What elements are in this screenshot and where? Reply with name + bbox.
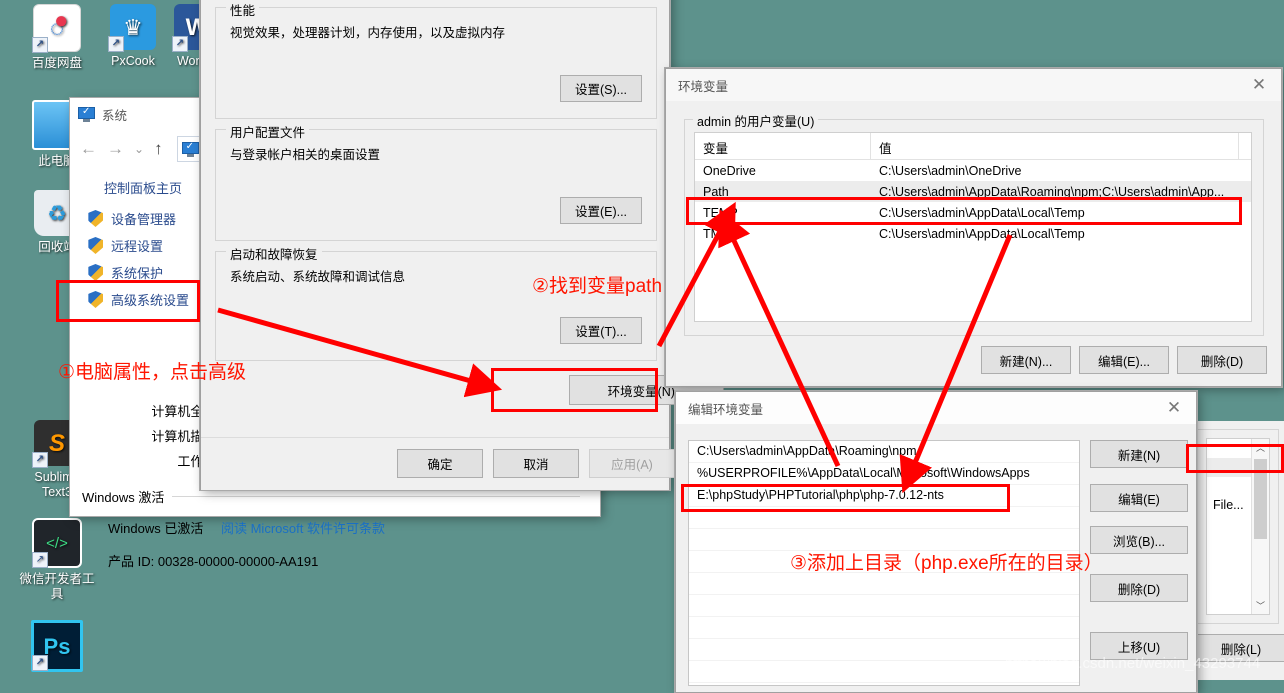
user-profiles-groupbox: 用户配置文件 与登录帐户相关的桌面设置 设置(E)... — [215, 122, 657, 241]
baidu-netdisk-icon: ◌ ● ↗ — [32, 4, 81, 53]
annotation-note-2: ②找到变量path — [532, 276, 663, 297]
user-variables-group-title: admin 的用户变量(U) — [693, 111, 819, 130]
ok-button[interactable]: 确定 — [397, 449, 483, 478]
edit-env-browse-button[interactable]: 浏览(B)... — [1090, 526, 1188, 554]
annotation-note-1: ①电脑属性，点击高级 — [58, 362, 247, 383]
sidebar-item-label: 设备管理器 — [111, 212, 177, 227]
performance-settings-button[interactable]: 设置(S)... — [560, 75, 642, 102]
list-item[interactable]: %USERPROFILE%\AppData\Local\Microsoft\Wi… — [689, 463, 1079, 485]
cell-variable: OneDrive — [703, 163, 756, 178]
up-icon[interactable]: ↑ — [154, 139, 163, 159]
system-window-title: 系统 — [102, 108, 128, 123]
env-vars-title: 环境变量 — [678, 79, 729, 94]
shortcut-arrow-icon: ↗ — [32, 37, 48, 53]
groupbox-description: 系统启动、系统故障和调试信息 — [230, 270, 406, 284]
watermark: https://blog.csdn.net/weixin_43293744 — [1005, 655, 1261, 672]
table-row[interactable]: OneDrive C:\Users\admin\OneDrive — [695, 160, 1251, 181]
dialog-footer: 确定 取消 应用(A) — [201, 437, 675, 490]
user-variables-table[interactable]: 变量 值 OneDrive C:\Users\admin\OneDrive Pa… — [694, 132, 1252, 322]
edit-env-title: 编辑环境变量 — [688, 402, 764, 417]
env-vars-titlebar: 环境变量 ✕ — [666, 69, 1281, 101]
list-item-empty[interactable] — [689, 573, 1079, 595]
system-properties-dialog: 性能 视觉效果，处理器计划，内存使用，以及虚拟内存 设置(S)... 用户配置文… — [200, 0, 724, 490]
photoshop-icon: Ps ↗ — [31, 620, 83, 672]
env-new-button[interactable]: 新建(N)... — [981, 346, 1071, 374]
user-profiles-settings-button[interactable]: 设置(E)... — [560, 197, 642, 224]
desktop-icon-label: 微信开发者工 具 — [19, 572, 95, 601]
shortcut-arrow-icon: ↗ — [32, 655, 48, 671]
shortcut-arrow-icon: ↗ — [108, 36, 124, 52]
list-item-empty[interactable] — [689, 617, 1079, 639]
annotation-box-background-entry — [1186, 444, 1284, 473]
chevron-down-icon[interactable]: ⌄ — [134, 142, 144, 156]
edit-env-titlebar: 编辑环境变量 ✕ — [676, 392, 1196, 424]
cell-value: C:\Users\admin\AppData\Local\Temp — [879, 226, 1085, 241]
annotation-box-php-entry — [681, 484, 1010, 512]
pxcook-icon: ♛ ↗ — [108, 4, 156, 52]
edit-env-delete-button[interactable]: 删除(D) — [1090, 574, 1188, 602]
groupbox-description: 与登录帐户相关的桌面设置 — [230, 148, 381, 162]
shield-icon — [88, 237, 103, 254]
groupbox-description: 视觉效果，处理器计划，内存使用，以及虚拟内存 — [230, 26, 506, 40]
env-edit-button[interactable]: 编辑(E)... — [1079, 346, 1169, 374]
apply-button: 应用(A) — [589, 449, 675, 478]
shield-icon — [88, 210, 103, 227]
env-delete-button[interactable]: 删除(D) — [1177, 346, 1267, 374]
sidebar-item-label: 远程设置 — [111, 239, 164, 254]
product-id: 产品 ID: 00328-00000-00000-AA191 — [108, 554, 319, 569]
annotation-box-env-button — [491, 368, 658, 412]
back-icon[interactable]: ← — [80, 139, 97, 159]
edit-environment-variable-dialog: 编辑环境变量 ✕ C:\Users\admin\AppData\Roaming\… — [675, 391, 1197, 693]
activation-status-row: Windows 已激活 阅读 Microsoft 软件许可条款 — [70, 508, 600, 537]
shield-icon — [88, 264, 103, 281]
breadcrumb-system-icon — [181, 141, 199, 157]
column-header-value[interactable]: 值 — [871, 133, 1239, 159]
edit-env-new-button[interactable]: 新建(N) — [1090, 440, 1188, 468]
scroll-down-icon[interactable]: ﹀ — [1252, 597, 1269, 614]
divider — [172, 496, 580, 497]
list-item-empty[interactable] — [689, 595, 1079, 617]
license-terms-link[interactable]: 阅读 Microsoft 软件许可条款 — [221, 521, 385, 536]
table-row[interactable]: TMP C:\Users\admin\AppData\Local\Temp — [695, 223, 1251, 244]
cancel-button[interactable]: 取消 — [493, 449, 579, 478]
shortcut-arrow-icon: ↗ — [32, 552, 48, 568]
groupbox-title: 启动和故障恢复 — [226, 244, 322, 263]
table-header: 变量 值 — [695, 133, 1251, 160]
groupbox-title: 性能 — [226, 0, 260, 19]
list-item[interactable]: C:\Users\admin\AppData\Roaming\npm — [689, 441, 1079, 463]
cell-value: C:\Users\admin\OneDrive — [879, 163, 1022, 178]
shortcut-arrow-icon: ↗ — [172, 36, 188, 52]
activation-status: Windows 已激活 — [108, 521, 204, 536]
performance-groupbox: 性能 视觉效果，处理器计划，内存使用，以及虚拟内存 设置(S)... — [215, 0, 657, 119]
annotation-box-advanced-settings — [56, 280, 200, 322]
cell-variable: TMP — [703, 226, 730, 241]
system-icon — [78, 106, 95, 122]
desktop-icon-photoshop[interactable]: Ps ↗ — [12, 620, 102, 676]
environment-variables-dialog: 环境变量 ✕ admin 的用户变量(U) 变量 值 OneDrive C:\U… — [665, 68, 1282, 387]
close-icon[interactable]: ✕ — [1152, 393, 1196, 424]
groupbox-title: 用户配置文件 — [226, 122, 310, 141]
shortcut-arrow-icon: ↗ — [32, 452, 48, 468]
startup-recovery-settings-button[interactable]: 设置(T)... — [560, 317, 642, 344]
edit-env-edit-button[interactable]: 编辑(E) — [1090, 484, 1188, 512]
column-header-variable[interactable]: 变量 — [695, 133, 871, 159]
activation-group-title: Windows 激活 — [82, 490, 165, 505]
annotation-note-3: ③添加上目录（php.exe所在的目录） — [790, 553, 1103, 574]
startup-recovery-groupbox: 启动和故障恢复 系统启动、系统故障和调试信息 设置(T)... — [215, 244, 657, 361]
annotation-box-path-row — [686, 197, 1242, 225]
forward-icon[interactable]: → — [107, 139, 124, 159]
user-variables-groupbox: admin 的用户变量(U) 变量 值 OneDrive C:\Users\ad… — [684, 111, 1264, 336]
close-icon[interactable]: ✕ — [1237, 70, 1281, 101]
